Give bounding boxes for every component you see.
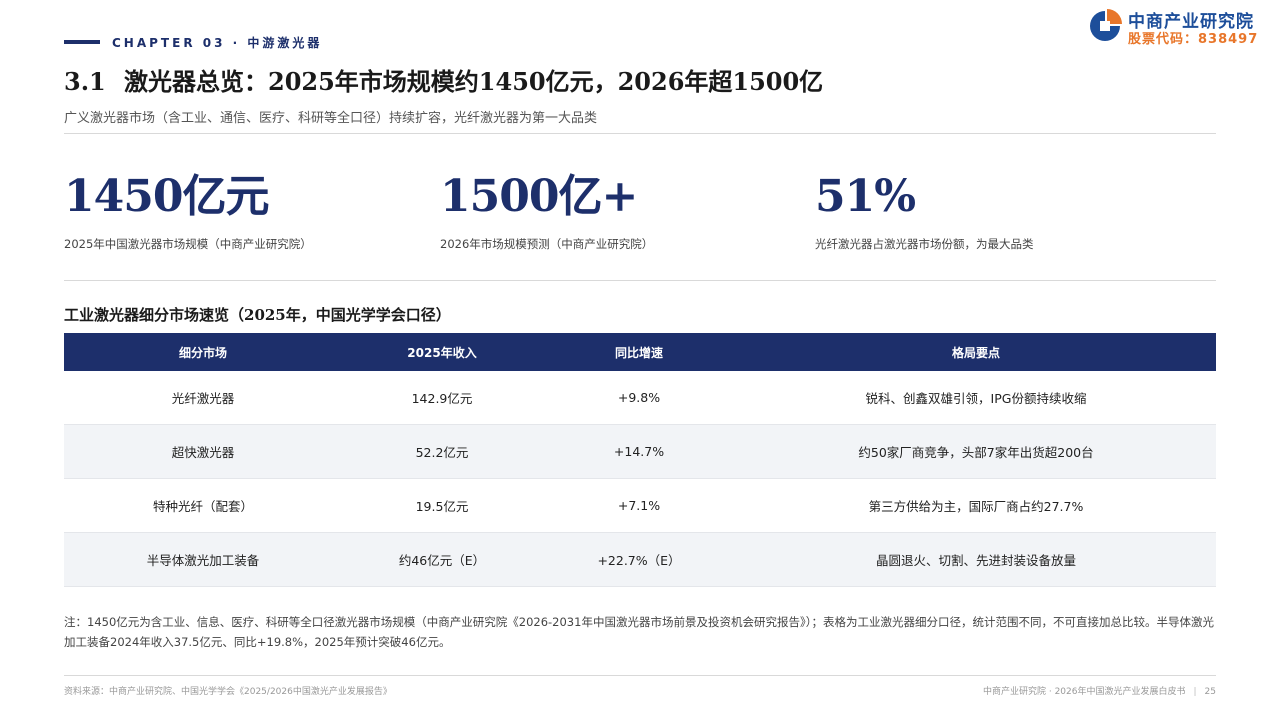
column-header: 同比增速	[542, 333, 736, 371]
table-cell: +22.7%（E）	[542, 532, 736, 587]
footer-meta: 中商产业研究院 · 2026年中国激光产业发展白皮书 | 25	[983, 684, 1216, 697]
segment-table: 细分市场 2025年收入 同比增速 格局要点 光纤激光器 142.9亿元 +9.…	[64, 333, 1216, 587]
kpi-value: 1500亿+	[440, 171, 638, 222]
column-header: 格局要点	[736, 333, 1216, 371]
section-number: 3.1	[64, 67, 106, 96]
kpi-label: 2025年中国激光器市场规模（中商产业研究院）	[64, 237, 312, 251]
logo-mark-icon	[1090, 9, 1122, 41]
table-cell: 特种光纤（配套）	[64, 478, 342, 533]
column-header: 细分市场	[64, 333, 342, 371]
table-row: 特种光纤（配套） 19.5亿元 +7.1% 第三方供给为主，国际厂商占约27.7…	[64, 478, 1216, 533]
page-title: 3.1 激光器总览：2025年市场规模约1450亿元，2026年超1500亿	[64, 62, 823, 97]
table-title: 工业激光器细分市场速览（2025年，中国光学学会口径）	[64, 306, 451, 324]
table-row: 半导体激光加工装备 约46亿元（E） +22.7%（E） 晶圆退火、切割、先进封…	[64, 532, 1216, 587]
table-footnote: 注：1450亿元为含工业、信息、医疗、科研等全口径激光器市场规模（中商产业研究院…	[64, 615, 1214, 649]
kpi-label: 光纤激光器占激光器市场份额，为最大品类	[815, 237, 1034, 251]
footer-separator: |	[1193, 687, 1197, 697]
footer-source: 资料来源：中商产业研究院、中国光学学会《2025/2026中国激光产业发展报告》	[64, 687, 392, 697]
table-cell: 52.2亿元	[342, 424, 542, 479]
table-header-row: 细分市场 2025年收入 同比增速 格局要点	[64, 333, 1216, 371]
table-cell: 晶圆退火、切割、先进封装设备放量	[736, 532, 1216, 587]
table-cell: 19.5亿元	[342, 478, 542, 533]
title-text: 激光器总览：2025年市场规模约1450亿元，2026年超1500亿	[124, 67, 824, 96]
logo-stock-code: 股票代码：838497	[1128, 32, 1259, 47]
page-number: 25	[1204, 687, 1216, 697]
table-cell: 第三方供给为主，国际厂商占约27.7%	[736, 478, 1216, 533]
table-row: 光纤激光器 142.9亿元 +9.8% 锐科、创鑫双雄引领，IPG份额持续收缩	[64, 371, 1216, 425]
chapter-label: CHAPTER 03 · 中游激光器	[112, 36, 323, 50]
kpi-market-size: 1450亿元 2025年中国激光器市场规模（中商产业研究院）	[64, 170, 312, 252]
company-logo: 中商产业研究院 股票代码：838497	[1088, 6, 1274, 47]
table-row: 超快激光器 52.2亿元 +14.7% 约50家厂商竞争，头部7家年出货超200…	[64, 424, 1216, 479]
table-cell: +9.8%	[542, 371, 736, 425]
footer-document-title: 中商产业研究院 · 2026年中国激光产业发展白皮书	[983, 687, 1186, 697]
kpi-fiber-share: 51% 光纤激光器占激光器市场份额，为最大品类	[815, 170, 1034, 252]
column-header: 2025年收入	[342, 333, 542, 371]
page-subtitle: 广义激光器市场（含工业、通信、医疗、科研等全口径）持续扩容，光纤激光器为第一大品…	[64, 111, 598, 126]
table-cell: 约50家厂商竞争，头部7家年出货超200台	[736, 424, 1216, 479]
table-cell: +7.1%	[542, 478, 736, 533]
chapter-accent-bar	[64, 40, 100, 44]
table-cell: +14.7%	[542, 424, 736, 479]
kpi-forecast: 1500亿+ 2026年市场规模预测（中商产业研究院）	[440, 170, 653, 252]
kpi-label: 2026年市场规模预测（中商产业研究院）	[440, 237, 654, 251]
kpi-divider	[64, 280, 1216, 281]
table-cell: 半导体激光加工装备	[64, 532, 342, 587]
header-divider	[64, 133, 1216, 134]
table-cell: 超快激光器	[64, 424, 342, 479]
kpi-value: 51%	[815, 171, 916, 222]
kpi-value: 1450亿元	[64, 171, 269, 222]
table-cell: 142.9亿元	[342, 371, 542, 425]
table-cell: 锐科、创鑫双雄引领，IPG份额持续收缩	[736, 371, 1216, 425]
table-cell: 光纤激光器	[64, 371, 342, 425]
footer-divider	[64, 675, 1216, 676]
table-cell: 约46亿元（E）	[342, 532, 542, 587]
